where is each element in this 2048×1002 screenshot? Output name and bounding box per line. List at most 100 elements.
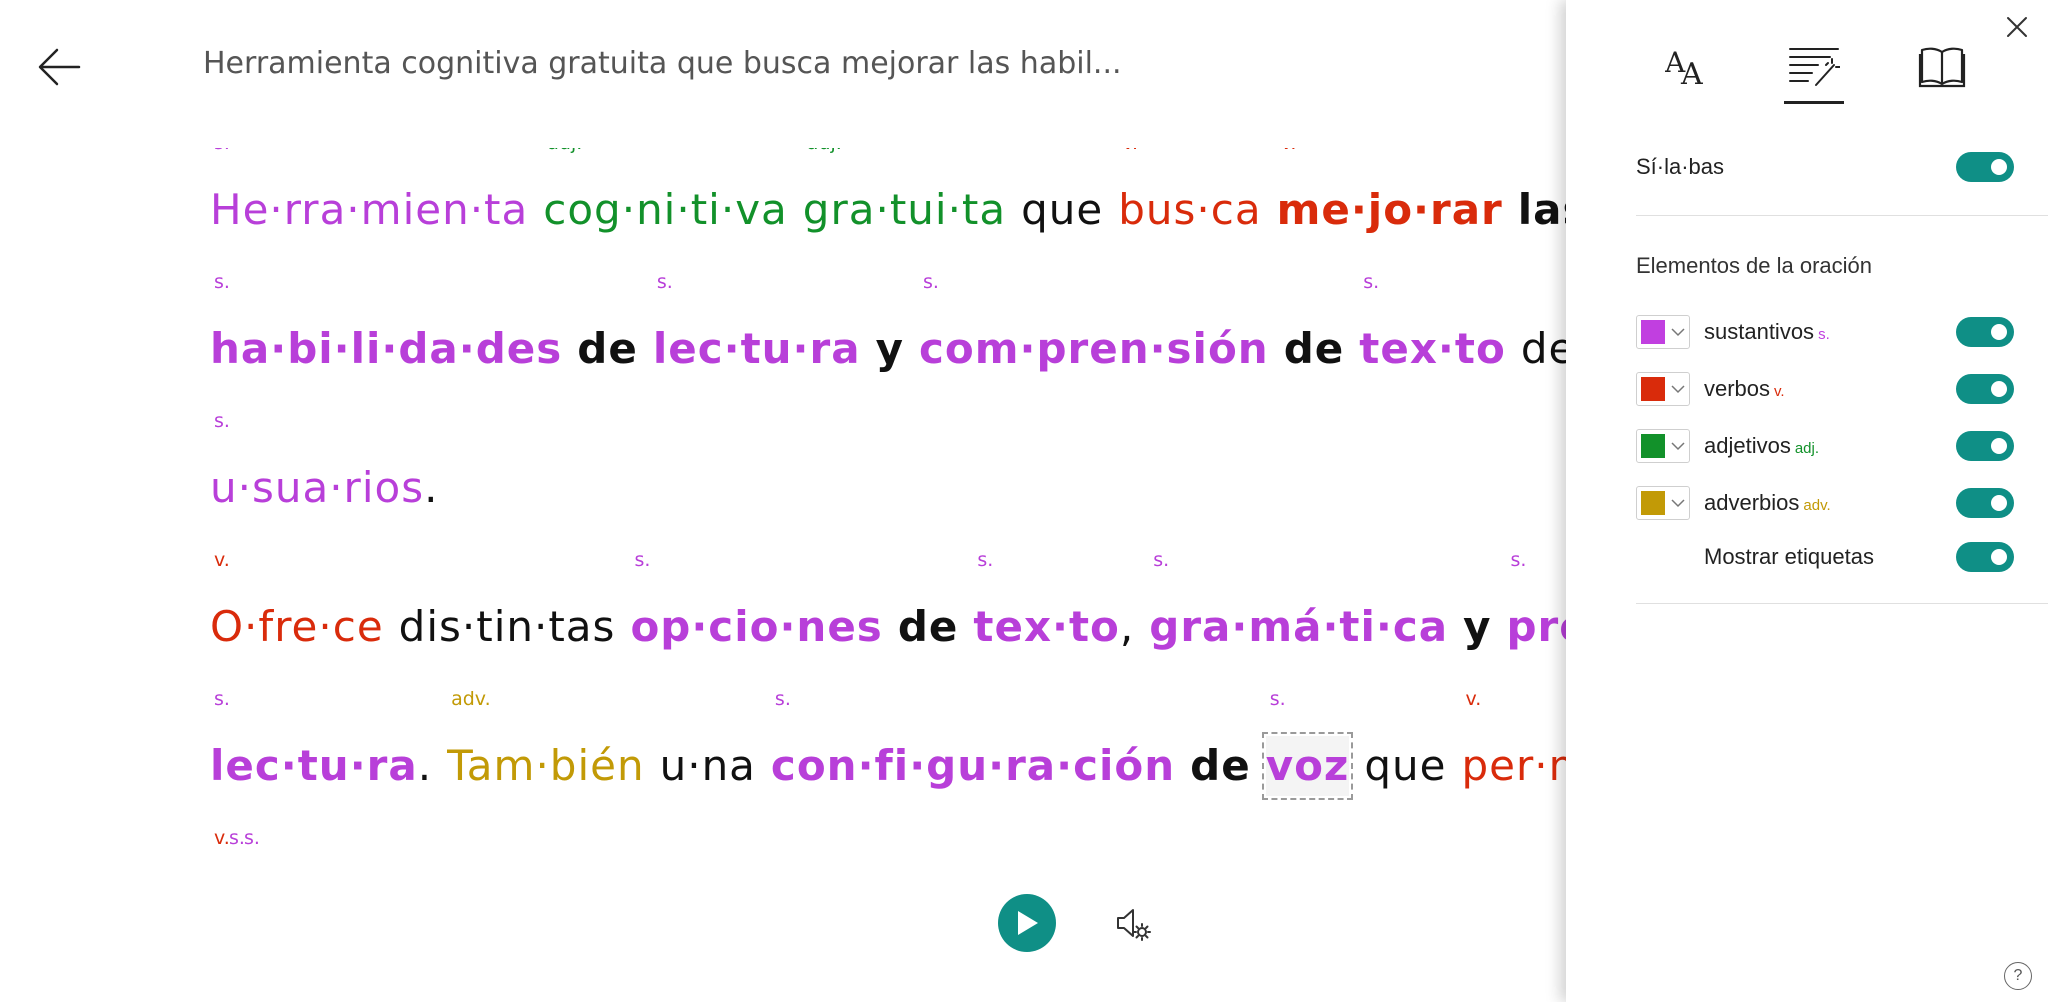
word[interactable]: adv. Tam·bién [447, 688, 645, 796]
part-of-speech-tag: s. [244, 827, 260, 849]
word[interactable]: de [1284, 319, 1345, 379]
syllables-toggle[interactable] [1956, 152, 2014, 182]
part-of-speech-tag: v. [1465, 688, 1482, 710]
divider [1636, 603, 2048, 604]
word[interactable]: v. O·fre·ce [210, 549, 384, 657]
word-text: lec·tu·ra [652, 324, 861, 373]
close-button[interactable] [2002, 12, 2032, 42]
word-text: O·fre·ce [210, 602, 384, 651]
word[interactable]: adj. cog·ni·ti·va [543, 148, 788, 240]
word[interactable]: s. op·cio·nes [630, 549, 882, 657]
voice-settings-icon [1117, 909, 1151, 941]
word[interactable]: s. ha·bi·li·da·des [210, 271, 562, 379]
tab-reading-preferences[interactable] [1910, 34, 1974, 98]
word[interactable]: s. gra·má·ti·ca [1149, 549, 1449, 657]
word[interactable]: s. tex·to, [973, 549, 1134, 657]
word[interactable]: v. bus·ca [1118, 148, 1262, 240]
word-text: Tam·bién [447, 741, 645, 790]
part-of-speech-row: adverbios adv. [1636, 481, 2048, 525]
arrow-left-icon [38, 48, 81, 86]
word[interactable]: de [577, 319, 638, 379]
word[interactable]: v. me·jo·rar [1276, 148, 1503, 240]
reading-area[interactable]: v. s. s. s. lec·tu·ra. adv. Tam·bién u·na s. c… [210, 148, 1566, 880]
word[interactable]: s. voz [1261, 688, 1354, 800]
part-of-speech-label: adverbios adv. [1704, 490, 1831, 516]
word-text: dis·tin·tas [398, 602, 616, 651]
color-picker[interactable] [1636, 429, 1690, 463]
part-of-speech-tag: v. [214, 549, 230, 571]
word-text: He·rra·mien·ta [210, 185, 529, 234]
word[interactable]: dis·tin·tas [399, 597, 616, 657]
word[interactable]: s. lec·tu·ra [652, 271, 861, 379]
color-picker[interactable] [1636, 372, 1690, 406]
color-swatch [1641, 377, 1665, 401]
chevron-down-icon [1671, 385, 1685, 394]
part-of-speech-tag: adj. [807, 148, 842, 154]
parts-of-speech-title: Elementos de la oración [1636, 253, 1873, 278]
word-text: gra·má·ti·ca [1149, 602, 1449, 651]
text-size-icon: A A [1665, 46, 1703, 88]
word-text: las [1517, 185, 1566, 234]
word[interactable]: s. u·sua·rios. [210, 410, 439, 518]
tab-grammar-options[interactable] [1782, 34, 1846, 104]
punctuation: . [424, 463, 439, 512]
word[interactable]: las [1518, 180, 1566, 240]
part-of-speech-tag: s. [922, 271, 939, 293]
part-of-speech-toggle[interactable] [1956, 431, 2014, 461]
part-of-speech-toggle[interactable] [1956, 488, 2014, 518]
part-of-speech-label: verbos v. [1704, 376, 1785, 402]
word[interactable]: y [1463, 597, 1491, 657]
back-button[interactable] [36, 44, 82, 90]
part-of-speech-tag: s. [656, 271, 673, 293]
show-labels-toggle[interactable] [1956, 542, 2014, 572]
part-of-speech-toggle[interactable] [1956, 374, 2014, 404]
part-of-speech-suffix: adj. [1794, 440, 1820, 457]
book-icon [1918, 47, 1966, 88]
part-of-speech-tag: adv. [451, 688, 491, 710]
part-of-speech-label: sustantivos s. [1704, 319, 1830, 345]
word-text: com·pren·sión [918, 324, 1269, 373]
part-of-speech-tag: s. [977, 549, 994, 571]
word[interactable]: adj. gra·tui·ta [803, 148, 1006, 240]
show-labels-row: Mostrar etiquetas [1636, 535, 2048, 579]
word-text: me·jo·rar [1276, 185, 1503, 234]
word[interactable]: s. pre·fe [1506, 549, 1566, 657]
color-picker[interactable] [1636, 486, 1690, 520]
word-text: u·na [659, 741, 756, 790]
tab-text-preferences[interactable]: A A [1656, 34, 1720, 98]
word-text: de to·d [1520, 324, 1566, 373]
document-title: Herramienta cognitiva gratuita que busca… [203, 46, 1122, 81]
word[interactable]: s. com·pren·sión [918, 271, 1269, 379]
word[interactable]: de [1190, 736, 1251, 796]
part-of-speech-name: verbos [1704, 376, 1771, 401]
word[interactable]: que [1364, 736, 1446, 796]
word[interactable]: que [1021, 180, 1103, 240]
word[interactable]: s. tex·to [1359, 271, 1506, 379]
word[interactable]: v. per·mi· [1462, 688, 1566, 796]
word[interactable]: s. He·rra·mien·ta [210, 148, 529, 240]
part-of-speech-suffix: s. [1818, 326, 1830, 343]
word[interactable]: s. lec·tu·ra. [210, 688, 432, 796]
part-of-speech-row: verbos v. [1636, 367, 2048, 411]
color-swatch [1641, 491, 1665, 515]
word-text: de [1283, 324, 1345, 373]
word[interactable]: u·na [660, 736, 756, 796]
word-text: bus·ca [1118, 185, 1262, 234]
word[interactable]: s. con·fi·gu·ra·ción [770, 688, 1176, 796]
part-of-speech-tag: s. [774, 688, 791, 710]
word[interactable]: de to·d [1521, 319, 1566, 379]
word-text: que [1021, 185, 1104, 234]
part-of-speech-toggle[interactable] [1956, 317, 2014, 347]
word-text: con·fi·gu·ra·ción [770, 741, 1176, 790]
word[interactable]: de [898, 597, 959, 657]
chevron-down-icon [1671, 328, 1685, 337]
reader-bottom-edge [210, 864, 1566, 880]
word[interactable]: y [876, 319, 904, 379]
color-picker[interactable] [1636, 315, 1690, 349]
word-text: u·sua·rios [210, 463, 425, 512]
help-button[interactable]: ? [2004, 962, 2032, 990]
part-of-speech-row: sustantivos s. [1636, 310, 2048, 354]
show-labels-label: Mostrar etiquetas [1704, 544, 1874, 569]
play-button[interactable] [998, 894, 1056, 952]
voice-settings-button[interactable] [1112, 902, 1156, 946]
